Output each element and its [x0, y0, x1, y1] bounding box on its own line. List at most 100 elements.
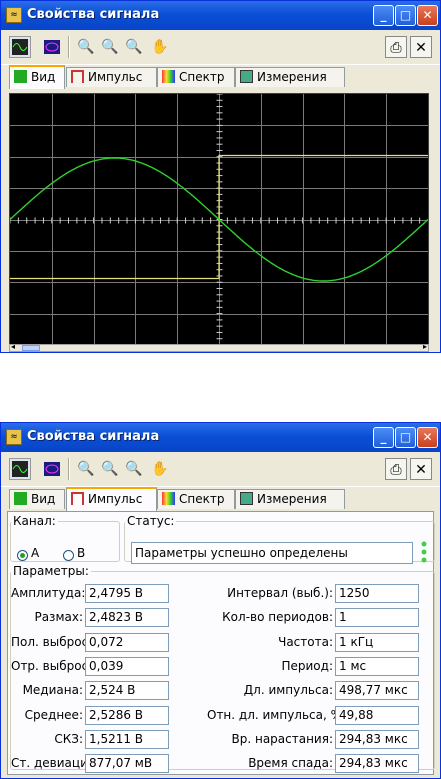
- param-value-field[interactable]: 0,039: [85, 656, 169, 676]
- param-label: СКЗ:: [54, 731, 83, 746]
- param-value-field[interactable]: 1,5211 В: [85, 729, 169, 749]
- param-value-field[interactable]: 877,07 мВ: [85, 754, 169, 774]
- print-icon[interactable]: ⎙: [385, 458, 407, 480]
- param-label: Частота:: [278, 634, 333, 649]
- scrollbar-thumb[interactable]: [22, 345, 40, 351]
- param-label: Отн. дл. импульса, %:: [207, 707, 347, 722]
- param-value-field[interactable]: 294,83 мкс: [335, 729, 419, 749]
- channel-a-radio[interactable]: [17, 550, 28, 561]
- param-label: Отр. выброс, %:: [11, 658, 112, 673]
- signal-properties-window-pulse: ≈ Свойства сигнала _ □ ✕ 🔍 🔍 🔍 ✋ ⎙ ✕ Вид…: [0, 422, 441, 779]
- param-value-field[interactable]: 498,77 мкс: [335, 681, 419, 701]
- param-label: Ст. девиация:: [11, 756, 100, 771]
- pulse-panel: Канал: A B Статус: Параметры успешно опр…: [7, 511, 435, 775]
- view-tab-icon: [14, 70, 27, 83]
- app-icon: ≈: [6, 7, 22, 23]
- param-value-field[interactable]: 1: [335, 608, 419, 628]
- zoom-in-icon[interactable]: 🔍: [75, 458, 97, 480]
- channel-group: Канал: A B: [10, 514, 120, 562]
- close-panel-icon[interactable]: ✕: [410, 458, 432, 480]
- param-label: Интервал (выб.):: [227, 586, 333, 600]
- param-value-field[interactable]: 1 кГц: [335, 632, 419, 652]
- spectrum-tab-icon: [162, 70, 175, 83]
- toolbar: 🔍 🔍 🔍 ✋ ⎙ ✕: [1, 30, 440, 65]
- tab-spectrum[interactable]: Спектр: [157, 67, 235, 87]
- pulse-tab-icon: [71, 492, 84, 505]
- tab-label: Спектр: [179, 70, 225, 84]
- channel-a-label[interactable]: A: [31, 546, 39, 560]
- tab-measurements[interactable]: Измерения: [235, 67, 345, 87]
- scroll-right-icon[interactable]: ▸: [423, 342, 427, 351]
- tab-spectrum[interactable]: Спектр: [157, 489, 235, 509]
- close-button[interactable]: ✕: [417, 5, 438, 26]
- parameters-group: Параметры: Амплитуда: 2,4795 В Размах: 2,48…: [10, 564, 435, 774]
- param-label: Размах:: [34, 610, 83, 625]
- tab-label: Спектр: [179, 492, 225, 506]
- maximize-button[interactable]: □: [395, 427, 416, 448]
- tab-measurements[interactable]: Измерения: [235, 489, 345, 509]
- view-signal-icon[interactable]: [9, 36, 31, 58]
- print-icon[interactable]: ⎙: [385, 36, 407, 58]
- param-value-field[interactable]: 294,83 мкс: [335, 754, 419, 774]
- zoom-icon[interactable]: 🔍: [99, 36, 121, 58]
- tab-view[interactable]: Вид: [9, 65, 65, 89]
- param-value-field[interactable]: 1250: [335, 584, 419, 603]
- scroll-left-icon[interactable]: ◂: [11, 342, 15, 351]
- param-value-field[interactable]: 2,5286 В: [85, 705, 169, 725]
- zoom-out-icon[interactable]: 🔍: [123, 36, 145, 58]
- title-bar[interactable]: ≈ Свойства сигнала _ □ ✕: [1, 423, 440, 452]
- param-label: Амплитуда:: [11, 586, 86, 600]
- measurements-tab-icon: [240, 70, 253, 83]
- channel-legend: Канал:: [13, 514, 56, 528]
- tab-label: Измерения: [257, 70, 327, 84]
- tab-view[interactable]: Вид: [9, 489, 65, 509]
- tab-label: Импульс: [88, 70, 143, 84]
- param-value-field[interactable]: 2,524 В: [85, 681, 169, 701]
- measurements-tab-icon: [240, 492, 253, 505]
- param-value-field[interactable]: 0,072: [85, 632, 169, 652]
- maximize-button[interactable]: □: [395, 5, 416, 26]
- signal-properties-window: ≈ Свойства сигнала _ □ ✕ 🔍 🔍 🔍 ✋ ⎙ ✕ Вид…: [0, 0, 441, 353]
- status-group: Статус: Параметры успешно определены: [124, 514, 435, 564]
- param-label: Период:: [281, 658, 333, 673]
- scope-icon[interactable]: [41, 36, 63, 58]
- minimize-button[interactable]: _: [373, 427, 394, 448]
- zoom-out-icon[interactable]: 🔍: [123, 458, 145, 480]
- horizontal-scrollbar[interactable]: ◂ ▸: [9, 342, 429, 352]
- tab-label: Вид: [31, 492, 56, 506]
- param-value-field[interactable]: 2,4823 В: [85, 608, 169, 628]
- param-label: Дл. импульса:: [243, 683, 333, 698]
- param-label: Время спада:: [248, 756, 333, 771]
- spectrum-tab-icon: [162, 492, 175, 505]
- tab-pulse[interactable]: Импульс: [66, 487, 157, 511]
- oscilloscope-display[interactable]: [9, 93, 429, 346]
- zoom-in-icon[interactable]: 🔍: [75, 36, 97, 58]
- zoom-icon[interactable]: 🔍: [99, 458, 121, 480]
- tab-label: Вид: [31, 70, 56, 84]
- param-label: Среднее:: [24, 707, 83, 722]
- toolbar: 🔍 🔍 🔍 ✋ ⎙ ✕: [1, 452, 440, 487]
- channel-b-radio[interactable]: [63, 550, 74, 561]
- close-panel-icon[interactable]: ✕: [410, 36, 432, 58]
- hand-icon[interactable]: ✋: [149, 458, 171, 480]
- window-title: Свойства сигнала: [27, 7, 160, 22]
- tab-pulse[interactable]: Импульс: [66, 67, 157, 87]
- minimize-button[interactable]: _: [373, 5, 394, 26]
- close-button[interactable]: ✕: [417, 427, 438, 448]
- param-label: Медиана:: [22, 683, 83, 698]
- view-tab-icon: [14, 492, 27, 505]
- tab-label: Измерения: [257, 492, 327, 506]
- status-legend: Статус:: [127, 514, 175, 528]
- param-value-field[interactable]: 49,88: [335, 705, 419, 725]
- title-bar[interactable]: ≈ Свойства сигнала _ □ ✕: [1, 1, 440, 30]
- status-field: Параметры успешно определены: [131, 542, 413, 564]
- param-value-field[interactable]: 1 мс: [335, 656, 419, 676]
- hand-icon[interactable]: ✋: [149, 36, 171, 58]
- view-signal-icon[interactable]: [9, 458, 31, 480]
- param-value-field[interactable]: 2,4795 В: [85, 584, 169, 603]
- app-icon: ≈: [6, 429, 22, 445]
- param-label: Пол. выброс, %:: [11, 634, 112, 649]
- channel-b-label[interactable]: B: [77, 546, 85, 560]
- scope-icon[interactable]: [41, 458, 63, 480]
- window-title: Свойства сигнала: [27, 429, 160, 444]
